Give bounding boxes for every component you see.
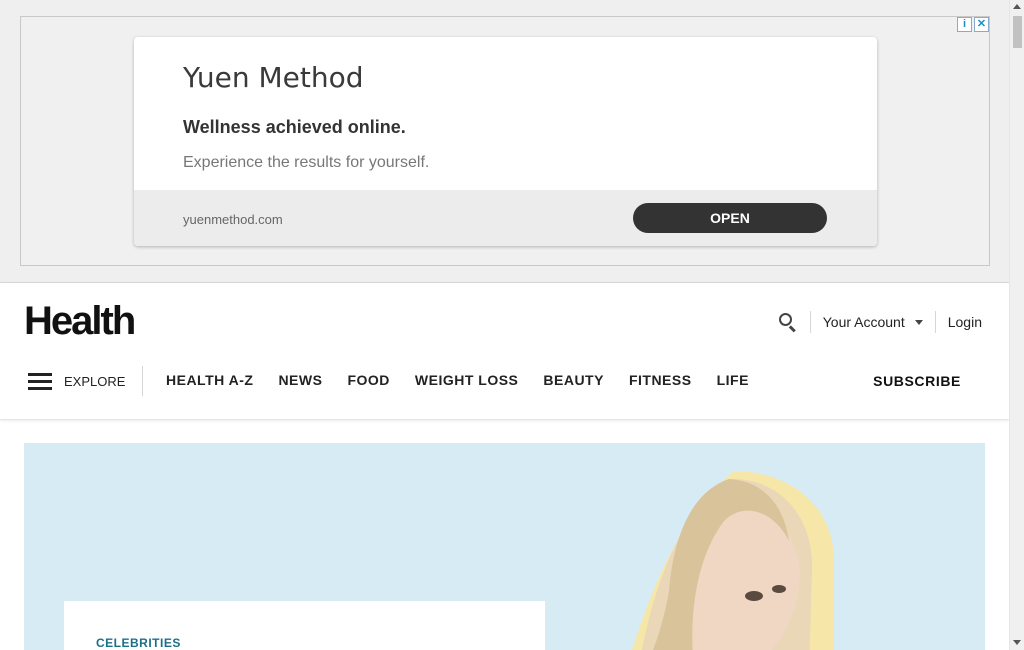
page-scrollbar[interactable] [1009, 0, 1024, 650]
nav-items: HEALTH A-Z NEWS FOOD WEIGHT LOSS BEAUTY … [166, 372, 774, 388]
ad-headline: Wellness achieved online. [183, 117, 406, 137]
account-toolbar: Your Account Login [778, 311, 982, 333]
ad-open-button[interactable]: OPEN [633, 203, 827, 233]
site-logo[interactable]: Health [24, 299, 136, 344]
ad-footer: yuenmethod.com OPEN [134, 190, 877, 246]
hero-banner[interactable]: CELEBRITIES [24, 443, 985, 650]
chevron-down-icon [914, 319, 923, 325]
ad-card[interactable]: Yuen Method Wellness achieved online. Ex… [134, 37, 877, 246]
nav-item-news[interactable]: NEWS [278, 372, 322, 388]
ad-close-icon[interactable]: ✕ [974, 17, 989, 32]
divider [142, 366, 143, 396]
nav-item-beauty[interactable]: BEAUTY [543, 372, 604, 388]
main-nav: EXPLORE HEALTH A-Z NEWS FOOD WEIGHT LOSS… [0, 366, 1009, 399]
ad-choices[interactable]: i ✕ [957, 17, 989, 32]
hero-image [631, 471, 834, 650]
site-header: Health Your Account Login EXPLORE HEALTH… [0, 283, 1009, 420]
nav-item-life[interactable]: LIFE [717, 372, 749, 388]
scroll-thumb[interactable] [1013, 16, 1022, 48]
login-link[interactable]: Login [936, 314, 982, 330]
ad-description: Experience the results for yourself. [183, 154, 430, 171]
scroll-up-arrow-icon[interactable] [1013, 4, 1021, 9]
nav-item-health-a-z[interactable]: HEALTH A-Z [166, 372, 253, 388]
ad-frame[interactable]: i ✕ Yuen Method Wellness achieved online… [20, 16, 990, 266]
nav-item-fitness[interactable]: FITNESS [629, 372, 692, 388]
ad-info-icon[interactable]: i [957, 17, 972, 32]
category-label[interactable]: CELEBRITIES [96, 636, 181, 650]
explore-button[interactable]: EXPLORE [64, 374, 125, 389]
subscribe-button[interactable]: SUBSCRIBE [873, 373, 961, 389]
search-icon[interactable] [778, 312, 798, 333]
your-account-label: Your Account [822, 314, 905, 330]
your-account-menu[interactable]: Your Account [811, 314, 935, 330]
nav-item-weight-loss[interactable]: WEIGHT LOSS [415, 372, 519, 388]
hero-card[interactable]: CELEBRITIES [64, 601, 545, 650]
scroll-down-arrow-icon[interactable] [1013, 640, 1021, 645]
ad-domain[interactable]: yuenmethod.com [183, 212, 283, 227]
ad-title[interactable]: Yuen Method [183, 61, 364, 94]
advertisement-area: i ✕ Yuen Method Wellness achieved online… [0, 0, 1009, 283]
nav-item-food[interactable]: FOOD [347, 372, 389, 388]
hamburger-menu-icon[interactable] [28, 373, 52, 391]
